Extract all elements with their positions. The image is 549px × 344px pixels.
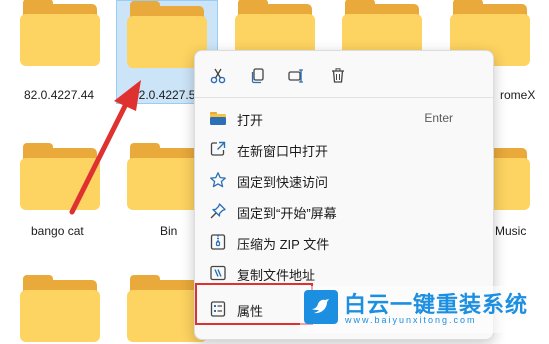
- bird-logo-icon: [304, 290, 338, 324]
- menu-item-label: 固定到快速访问: [237, 175, 329, 190]
- cut-icon[interactable]: [205, 63, 231, 89]
- folder-icon[interactable]: [20, 0, 100, 68]
- menu-separator: [195, 97, 493, 98]
- folder-icon[interactable]: [20, 143, 100, 212]
- watermark: 白云一键重装系统 www.baiyunxitong.com: [300, 286, 549, 333]
- folder-label[interactable]: bango cat: [31, 224, 84, 238]
- zip-icon: [209, 233, 227, 251]
- folder-icon: [209, 109, 227, 127]
- menu-item-label: 在新窗口中打开: [237, 144, 329, 159]
- folder-label[interactable]: Bin: [160, 224, 177, 238]
- folder-label[interactable]: romeX: [500, 88, 535, 102]
- menu-item-pin-start[interactable]: 固定到“开始”屏幕: [201, 196, 489, 226]
- star-icon: [209, 171, 227, 189]
- folder-label[interactable]: Music: [495, 224, 526, 238]
- copy-path-icon: [209, 264, 227, 282]
- menu-item-compress-zip[interactable]: 压缩为 ZIP 文件: [201, 227, 489, 257]
- rename-icon[interactable]: [283, 63, 309, 89]
- folder-label[interactable]: 82.0.4227.44: [24, 88, 94, 102]
- folder-icon[interactable]: [20, 275, 100, 344]
- copy-icon[interactable]: [245, 63, 271, 89]
- menu-item-shortcut: Enter: [424, 111, 453, 125]
- menu-item-label: 压缩为 ZIP 文件: [237, 237, 330, 252]
- folder-label[interactable]: 82.0.4227.5: [132, 88, 195, 102]
- menu-item-open[interactable]: 打开 Enter: [201, 103, 489, 133]
- menu-item-open-new-window[interactable]: 在新窗口中打开: [201, 134, 489, 164]
- menu-item-pin-quick-access[interactable]: 固定到快速访问: [201, 165, 489, 195]
- open-new-window-icon: [209, 140, 227, 158]
- properties-highlight-box: [195, 283, 313, 325]
- pin-icon: [209, 202, 227, 220]
- menu-item-label: 固定到“开始”屏幕: [237, 206, 337, 221]
- watermark-url: www.baiyunxitong.com: [345, 315, 477, 325]
- delete-icon[interactable]: [325, 63, 351, 89]
- context-menu-toolbar: [195, 57, 493, 93]
- menu-item-label: 复制文件地址: [237, 268, 316, 283]
- menu-item-label: 打开: [237, 113, 264, 128]
